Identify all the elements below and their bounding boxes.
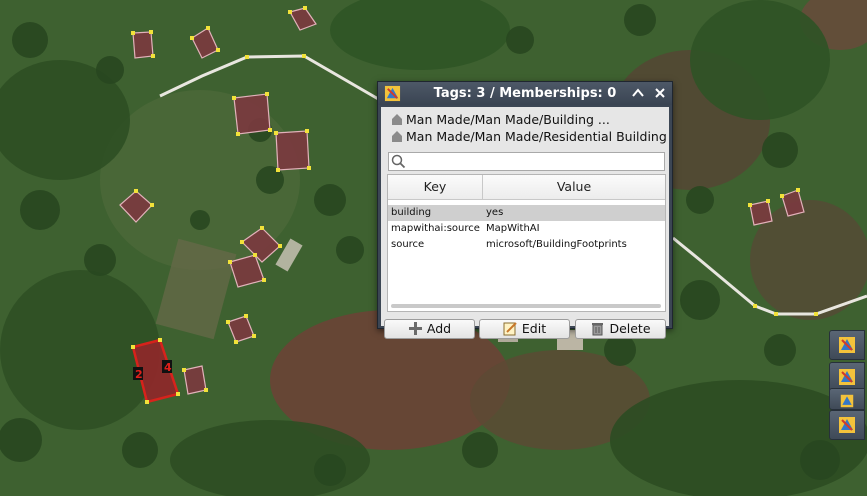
collapse-button[interactable] xyxy=(630,85,646,101)
tag-value: microsoft/BuildingFootprints xyxy=(486,239,627,250)
preset-item[interactable]: Man Made/Man Made/Building ... xyxy=(388,111,668,128)
tag-value: yes xyxy=(486,207,504,218)
dialog-button-bar: Add Edit Delete xyxy=(381,317,669,341)
edit-button[interactable]: Edit xyxy=(479,319,570,339)
selected-way-label-4: 4 xyxy=(164,361,172,374)
dialog-title: Tags: 3 / Memberships: 0 xyxy=(433,86,617,101)
dialog-content: Man Made/Man Made/Building ... Man Made/… xyxy=(381,107,669,339)
add-button-label: Add xyxy=(426,321,452,336)
tag-key: building xyxy=(391,207,432,218)
tag-table: Key Value building yes mapwithai:source … xyxy=(387,174,666,312)
map-tool-button[interactable] xyxy=(829,388,865,410)
add-button[interactable]: Add xyxy=(384,319,475,339)
edit-button-label: Edit xyxy=(521,321,547,336)
josm-logo-icon xyxy=(840,394,854,408)
table-row[interactable]: mapwithai:source MapWithAI xyxy=(388,221,665,237)
building-preset-icon xyxy=(392,131,402,142)
tag-value: MapWithAI xyxy=(486,223,540,234)
tags-dialog[interactable]: Tags: 3 / Memberships: 0 Man Made/Man Ma… xyxy=(377,81,673,339)
preset-label: Man Made/Man Made/Building ... xyxy=(406,112,610,127)
building-preset-icon xyxy=(392,114,402,125)
value-column-header[interactable]: Value xyxy=(483,175,665,199)
josm-logo-icon xyxy=(839,337,855,353)
chevron-up-icon xyxy=(632,88,644,97)
tag-search-box[interactable] xyxy=(388,152,665,171)
search-icon xyxy=(391,154,406,169)
horizontal-scrollbar[interactable] xyxy=(391,304,661,308)
preset-label: Man Made/Man Made/Residential Building xyxy=(406,129,667,144)
josm-logo-icon xyxy=(839,369,855,385)
preset-item[interactable]: Man Made/Man Made/Residential Building xyxy=(388,128,668,145)
josm-logo-icon xyxy=(839,417,855,433)
add-icon xyxy=(408,322,422,335)
edit-icon xyxy=(503,322,517,336)
tag-search-input[interactable] xyxy=(409,154,659,169)
map-tool-button[interactable] xyxy=(829,330,865,360)
tag-key: mapwithai:source xyxy=(391,223,480,234)
trash-icon xyxy=(592,323,604,336)
delete-button-label: Delete xyxy=(609,321,651,336)
delete-button[interactable]: Delete xyxy=(575,319,666,339)
preset-list: Man Made/Man Made/Building ... Man Made/… xyxy=(388,111,668,149)
key-column-header[interactable]: Key xyxy=(388,175,483,199)
table-row[interactable]: source microsoft/BuildingFootprints xyxy=(388,237,665,253)
table-header: Key Value xyxy=(388,175,665,200)
close-icon xyxy=(655,88,665,98)
map-tool-button[interactable] xyxy=(829,410,865,440)
selected-way-label-2: 2 xyxy=(135,368,143,381)
tag-key: source xyxy=(391,239,425,250)
close-button[interactable] xyxy=(652,85,668,101)
table-row[interactable]: building yes xyxy=(388,205,665,221)
dialog-titlebar[interactable]: Tags: 3 / Memberships: 0 xyxy=(378,82,672,105)
